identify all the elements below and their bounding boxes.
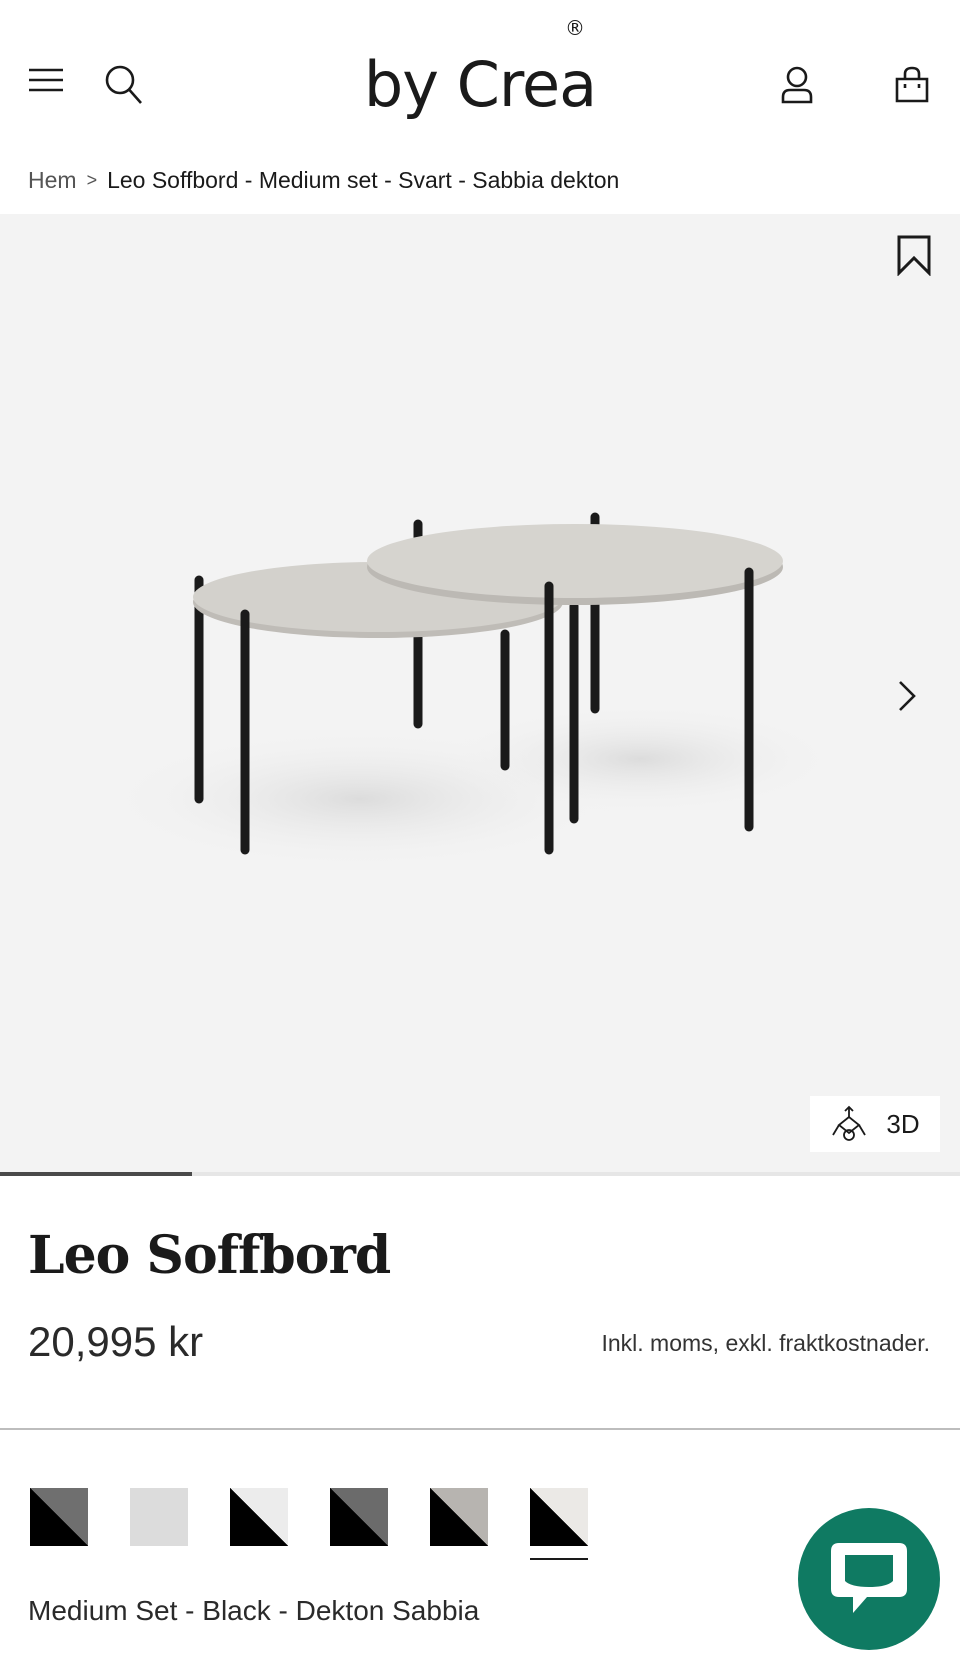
chevron-right-icon[interactable] bbox=[896, 678, 918, 719]
breadcrumb-current: Leo Soffbord - Medium set - Svart - Sabb… bbox=[107, 166, 620, 193]
menu-icon[interactable] bbox=[28, 66, 64, 99]
account-icon[interactable] bbox=[780, 66, 814, 109]
product-title: Leo Soffbord bbox=[28, 1225, 391, 1286]
chat-button[interactable] bbox=[798, 1508, 940, 1650]
tax-note: Inkl. moms, exkl. fraktkostnader. bbox=[601, 1330, 930, 1356]
swatch-black-sabbia[interactable] bbox=[530, 1488, 588, 1560]
cart-icon[interactable] bbox=[894, 66, 930, 109]
view-3d-label: 3D bbox=[886, 1108, 920, 1139]
gallery-progress bbox=[0, 1172, 960, 1176]
brand-logo[interactable]: by Crea ® bbox=[340, 18, 620, 130]
selected-variant-label: Medium Set - Black - Dekton Sabbia bbox=[28, 1595, 480, 1626]
swatch-light-grey[interactable] bbox=[130, 1488, 188, 1546]
registered-mark: ® bbox=[565, 16, 585, 40]
gallery-progress-fill bbox=[0, 1172, 192, 1176]
cube-3d-icon bbox=[832, 1105, 867, 1141]
breadcrumb-separator: > bbox=[86, 169, 98, 190]
logo-text: by Crea bbox=[363, 48, 597, 121]
variant-swatches bbox=[30, 1488, 588, 1560]
swatch-black-white[interactable] bbox=[230, 1488, 288, 1546]
bookmark-icon[interactable] bbox=[896, 234, 932, 281]
product-gallery[interactable]: 3D bbox=[0, 214, 960, 1176]
site-header: by Crea ® bbox=[0, 0, 960, 160]
breadcrumb-home-link[interactable]: Hem bbox=[28, 167, 77, 194]
product-price: 20,995 kr bbox=[28, 1318, 204, 1365]
swatch-black-darkgrey[interactable] bbox=[330, 1488, 388, 1546]
view-3d-button[interactable]: 3D bbox=[810, 1096, 940, 1152]
product-image bbox=[100, 512, 840, 869]
breadcrumb: Hem > Leo Soffbord - Medium set - Svart … bbox=[28, 162, 619, 198]
swatch-black-stone[interactable] bbox=[430, 1488, 488, 1546]
chat-bubble-icon bbox=[831, 1543, 907, 1613]
swatch-black-grey[interactable] bbox=[30, 1488, 88, 1546]
divider bbox=[0, 1428, 960, 1430]
search-icon[interactable] bbox=[104, 64, 144, 111]
